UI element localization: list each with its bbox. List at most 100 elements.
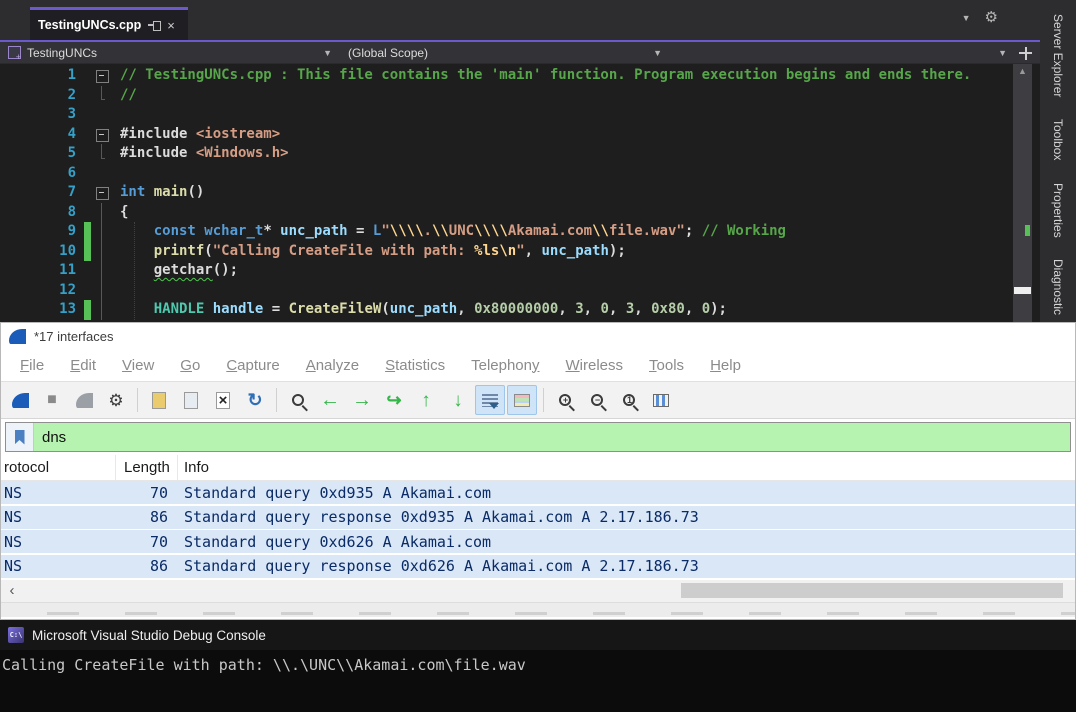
zoom-reset-button[interactable]: 1 [614,385,644,415]
save-capture-file-button[interactable] [176,385,206,415]
auto-scroll-button[interactable] [475,385,505,415]
line-number: 12 [0,281,82,301]
open-capture-file-button[interactable] [144,385,174,415]
change-bar [82,66,94,86]
go-to-packet-button[interactable]: ↪ [379,385,409,415]
menu-item-analyze[interactable]: Analyze [293,357,372,374]
scrollbar-up-icon[interactable]: ▲ [1013,66,1032,76]
change-bar [82,125,94,145]
find-packet-button[interactable] [283,385,313,415]
pin-icon[interactable] [148,20,160,30]
packet-protocol: NS [1,508,116,526]
column-header-info[interactable]: Info [178,455,1075,480]
scroll-left-icon[interactable]: ‹ [1,581,23,601]
code-text: printf("Calling CreateFile with path: %l… [112,242,626,262]
code-line: 8{ [0,203,1040,223]
fold-guide [94,203,112,223]
fold-collapse-icon[interactable] [94,125,112,145]
code-lines: 1// TestingUNCs.cpp : This file contains… [0,66,1040,320]
colorize-packets-button[interactable] [507,385,537,415]
line-number: 5 [0,144,82,164]
menu-item-view[interactable]: View [109,357,167,374]
chevron-down-icon[interactable]: ▼ [962,13,971,23]
capture-options-button[interactable]: ⚙ [101,385,131,415]
fold-guide [94,86,112,106]
console-icon: C:\ [8,627,24,643]
menu-item-tools[interactable]: Tools [636,357,697,374]
go-forward-button[interactable]: → [347,385,377,415]
tab-testinguncs-cpp[interactable]: TestingUNCs.cpp × [30,7,188,40]
zoom-reset-icon: 1 [623,394,635,406]
packet-row[interactable]: NS70Standard query 0xd626 A Akamai.com [1,530,1075,553]
display-filter-input[interactable] [34,423,1070,451]
go-to-last-packet-button[interactable]: ↓ [443,385,473,415]
menu-item-wireless[interactable]: Wireless [553,357,637,374]
side-tab-properties[interactable]: Properties [1051,183,1065,238]
restart-capture-button[interactable] [69,385,99,415]
filter-bookmark-button[interactable] [6,423,34,451]
stop-capture-button[interactable]: ■ [37,385,67,415]
code-line: 11 getchar(); [0,261,1040,281]
hscrollbar-thumb[interactable] [681,583,1063,598]
close-capture-file-icon [216,392,230,409]
code-text: // TestingUNCs.cpp : This file contains … [112,66,971,86]
start-capture-button[interactable] [5,385,35,415]
change-bar [82,183,94,203]
packet-row[interactable]: NS86Standard query response 0xd626 A Aka… [1,555,1075,578]
line-number: 3 [0,105,82,125]
reload-capture-file-button[interactable]: ↻ [240,385,270,415]
resize-columns-button[interactable] [646,385,676,415]
go-back-button[interactable]: ← [315,385,345,415]
window-bottom-edge [0,712,1076,718]
filter-row [1,419,1075,455]
menu-item-help[interactable]: Help [697,357,754,374]
menu-item-telephony[interactable]: Telephony [458,357,552,374]
wireshark-logo-icon [9,329,26,344]
split-window-icon[interactable] [1019,47,1032,60]
close-capture-file-button[interactable] [208,385,238,415]
code-editor[interactable]: 1// TestingUNCs.cpp : This file contains… [0,64,1040,322]
horizontal-scrollbar[interactable]: ‹ [1,580,1075,602]
packet-info: Standard query 0xd935 A Akamai.com [178,484,1075,502]
editor-scrollbar[interactable]: ▲ [1013,64,1032,322]
packet-row[interactable]: NS70Standard query 0xd935 A Akamai.com [1,481,1075,504]
scope-dropdown[interactable]: (Global Scope) ▼ [340,42,670,63]
side-tab-diagnostic[interactable]: Diagnostic [1051,259,1065,315]
display-filter-box [5,422,1071,452]
change-bar [82,281,94,301]
side-tab-server-explorer[interactable]: Server Explorer [1051,14,1065,97]
zoom-in-button[interactable]: + [550,385,580,415]
packet-row[interactable]: NS86Standard query response 0xd935 A Aka… [1,506,1075,529]
code-text [112,164,120,184]
menu-item-go[interactable]: Go [167,357,213,374]
wireshark-title-bar[interactable]: *17 interfaces [1,323,1075,349]
fold-collapse-icon[interactable] [94,66,112,86]
menu-item-file[interactable]: File [7,357,57,374]
packet-list: NS70Standard query 0xd935 A Akamai.comNS… [1,481,1075,578]
scrollbar-thumb[interactable] [1014,287,1031,294]
column-header-length[interactable]: Length [116,455,178,480]
stop-capture-icon: ■ [47,392,57,408]
packet-length: 86 [116,508,178,526]
menu-item-statistics[interactable]: Statistics [372,357,458,374]
project-dropdown[interactable]: TestingUNCs ▼ [0,42,340,63]
fold-collapse-icon[interactable] [94,183,112,203]
chevron-down-icon[interactable]: ▼ [998,48,1007,58]
column-header-protocol[interactable]: rotocol [1,455,116,480]
zoom-out-button[interactable]: − [582,385,612,415]
screenshot-root: TestingUNCs.cpp × ▼ ⚙ TestingUNCs ▼ (Glo… [0,0,1076,718]
line-number: 2 [0,86,82,106]
cpp-project-icon [8,46,21,59]
menu-item-capture[interactable]: Capture [213,357,292,374]
bookmark-icon [15,430,25,445]
gear-icon[interactable]: ⚙ [985,10,998,25]
line-number: 6 [0,164,82,184]
go-to-first-packet-button[interactable]: ↑ [411,385,441,415]
go-to-packet-icon: ↪ [386,391,401,409]
project-dropdown-label: TestingUNCs [27,46,317,60]
close-icon[interactable]: × [167,19,175,32]
console-title-bar[interactable]: C:\ Microsoft Visual Studio Debug Consol… [0,620,1076,650]
menu-item-edit[interactable]: Edit [57,357,109,374]
side-tab-toolbox[interactable]: Toolbox [1051,119,1065,160]
change-bar [82,105,94,125]
